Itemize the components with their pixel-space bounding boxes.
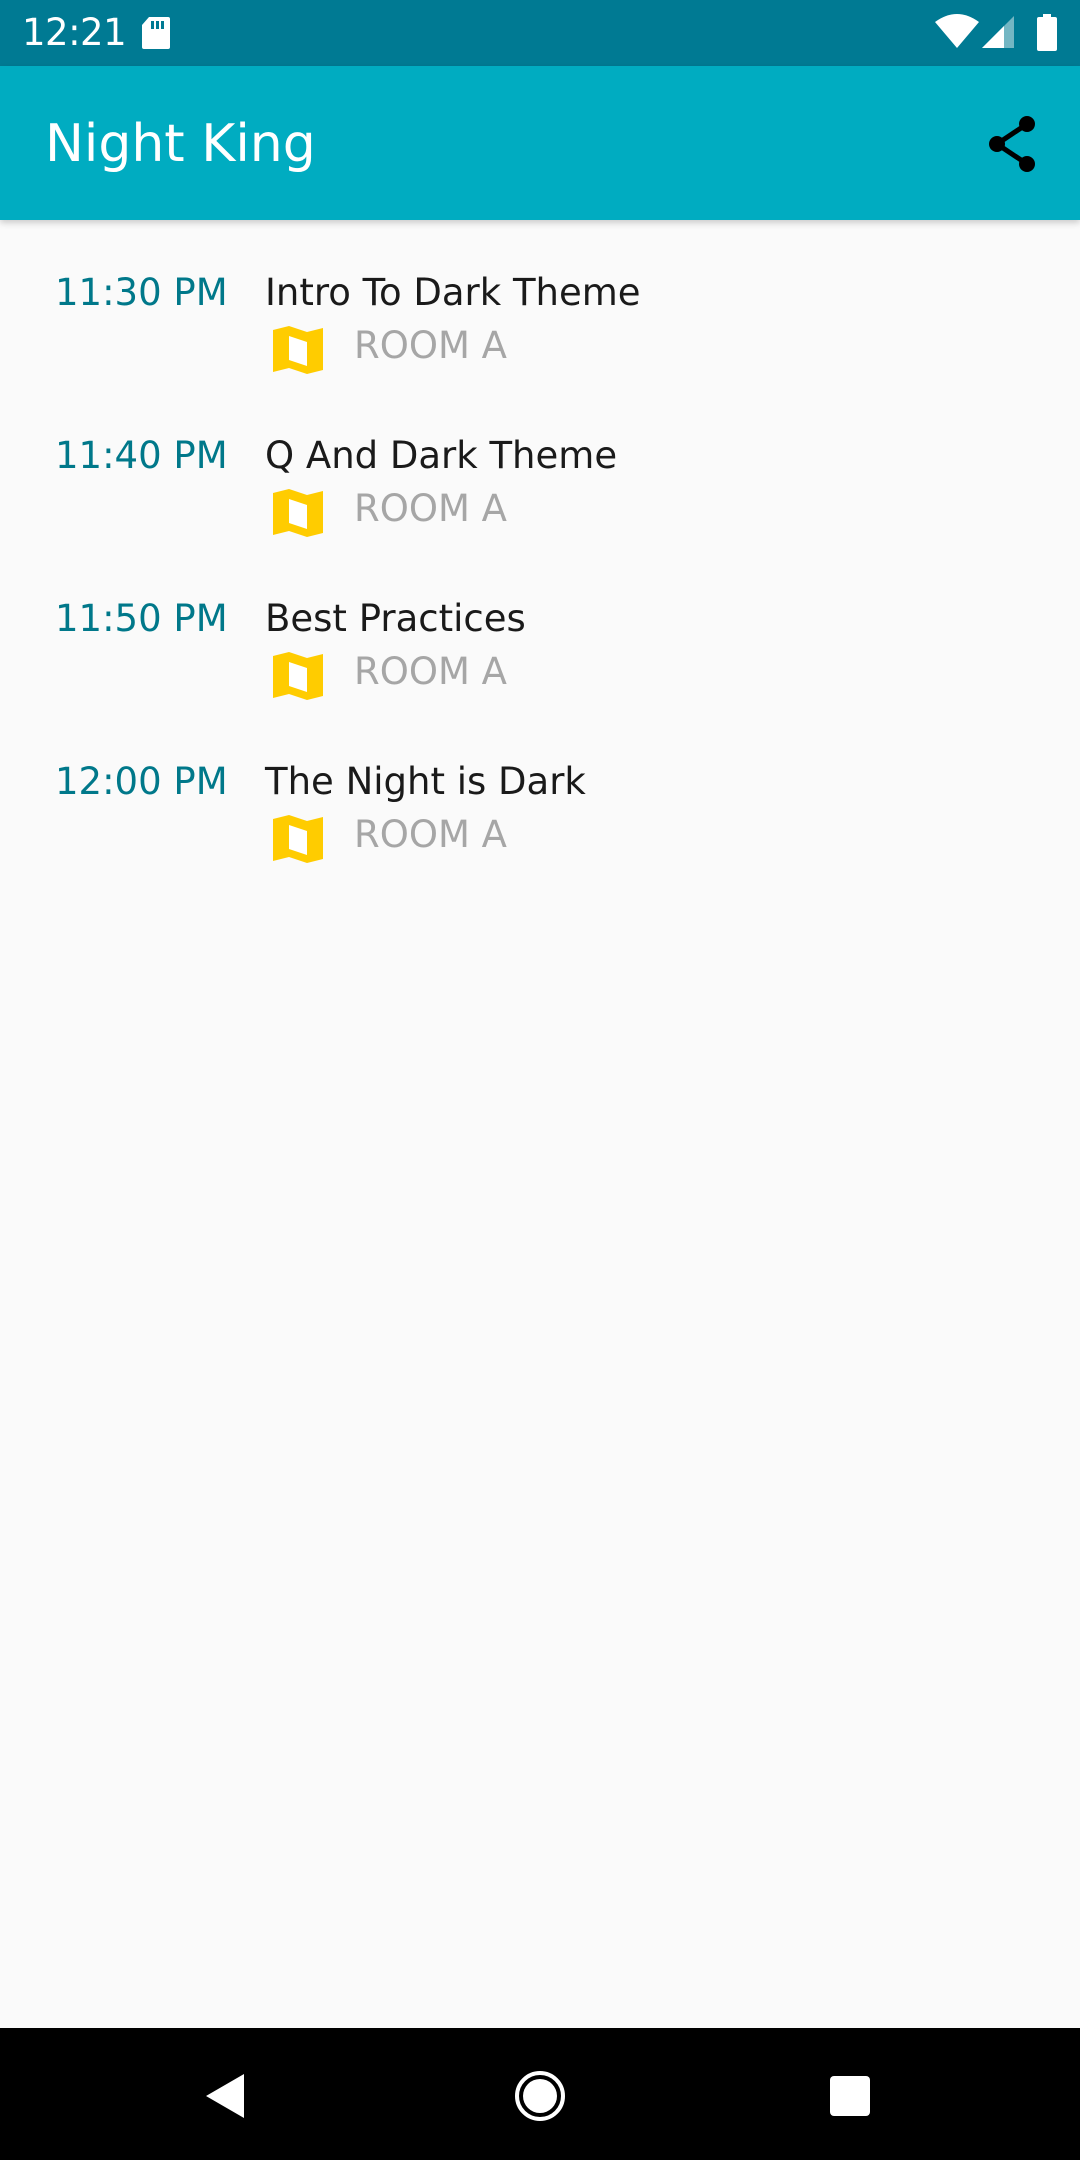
session-item[interactable]: 11:40 PM Q And Dark Theme ROOM A <box>0 383 1080 546</box>
share-button[interactable] <box>981 112 1045 176</box>
status-bar: 12:21 <box>0 0 1080 66</box>
map-icon <box>273 489 323 537</box>
session-title: The Night is Dark <box>265 760 586 803</box>
status-time: 12:21 <box>22 11 127 54</box>
session-time: 11:30 PM <box>55 271 228 314</box>
session-title: Q And Dark Theme <box>265 434 618 477</box>
back-icon <box>206 2074 244 2118</box>
battery-icon <box>1037 14 1057 51</box>
session-time: 11:50 PM <box>55 597 228 640</box>
back-button[interactable] <box>196 2066 256 2126</box>
app-title: Night King <box>45 114 316 174</box>
map-icon <box>273 652 323 700</box>
session-item[interactable]: 11:50 PM Best Practices ROOM A <box>0 546 1080 709</box>
home-icon <box>515 2071 565 2121</box>
session-item[interactable]: 12:00 PM The Night is Dark ROOM A <box>0 709 1080 872</box>
navigation-bar <box>0 2028 1080 2160</box>
session-item[interactable]: 11:30 PM Intro To Dark Theme ROOM A <box>0 220 1080 383</box>
session-time: 11:40 PM <box>55 434 228 477</box>
map-icon <box>273 815 323 863</box>
session-room: ROOM A <box>354 324 507 367</box>
wifi-icon <box>935 14 979 48</box>
session-room: ROOM A <box>354 650 507 693</box>
session-room: ROOM A <box>354 813 507 856</box>
session-title: Intro To Dark Theme <box>265 271 641 314</box>
home-button[interactable] <box>510 2066 570 2126</box>
session-title: Best Practices <box>265 597 526 640</box>
share-icon <box>989 116 1035 172</box>
session-time: 12:00 PM <box>55 760 228 803</box>
recents-icon <box>830 2076 870 2116</box>
cell-signal-icon <box>982 16 1014 48</box>
app-bar: Night King <box>0 66 1080 220</box>
recents-button[interactable] <box>820 2066 880 2126</box>
map-icon <box>273 326 323 374</box>
session-room: ROOM A <box>354 487 507 530</box>
sd-card-icon <box>142 17 170 49</box>
schedule-list: 11:30 PM Intro To Dark Theme ROOM A 11:4… <box>0 220 1080 872</box>
